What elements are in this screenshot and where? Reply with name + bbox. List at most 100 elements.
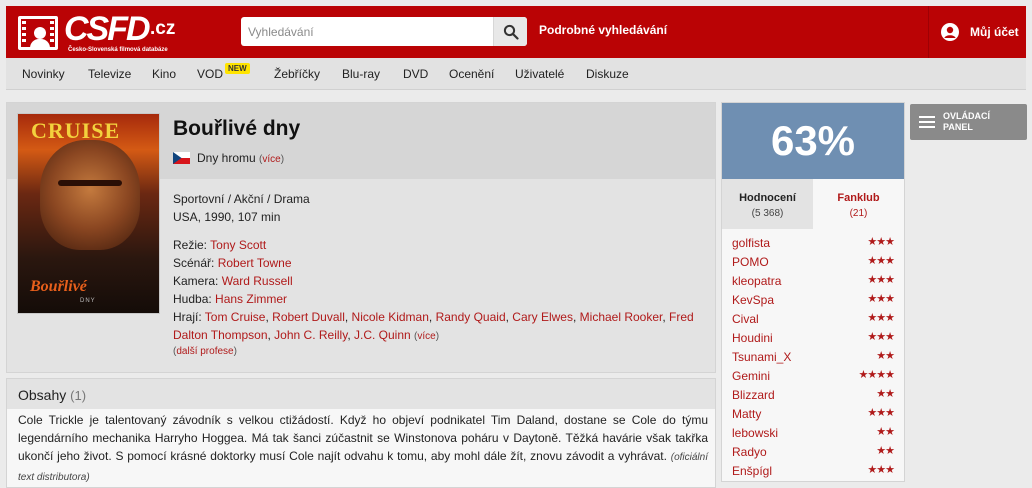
more-titles: (více) <box>259 154 285 165</box>
nav-item-novinky[interactable]: Novinky <box>22 67 65 81</box>
tab-ratings[interactable]: Hodnocení (5 368) <box>722 179 813 229</box>
director-link[interactable]: Tony Scott <box>210 238 266 252</box>
plot-text: Cole Trickle je talentovaný závodník s v… <box>18 411 708 487</box>
rating-user-link[interactable]: lebowski <box>732 426 778 440</box>
film-info-card: CRUISE Bouřlivé DNY Bouřlivé dny Dny hro… <box>6 102 716 373</box>
control-panel-line1: OVLÁDACÍ <box>943 111 990 121</box>
cast-link[interactable]: Randy Quaid <box>436 310 506 324</box>
rating-user-link[interactable]: Matty <box>732 407 761 421</box>
user-ratings-list: golfista ★★★ POMO ★★★ kleopatra ★★★ KevSpa ★★★ C… <box>722 234 904 481</box>
nav-item-televize[interactable]: Televize <box>88 67 131 81</box>
nav-item-kino[interactable]: Kino <box>152 67 176 81</box>
rating-user-link[interactable]: Gemini <box>732 369 770 383</box>
rating-row: Houdini ★★★ <box>722 329 904 348</box>
search-box <box>241 17 527 46</box>
rating-row: Cival ★★★ <box>722 310 904 329</box>
plot-header: Obsahy (1) <box>7 379 715 409</box>
film-origin: USA, 1990, 107 min <box>173 210 281 224</box>
rating-stars: ★★★ <box>867 407 895 419</box>
rating-user-link[interactable]: golfista <box>732 236 770 250</box>
cast-link[interactable]: Robert Duvall <box>272 310 345 324</box>
account-button[interactable]: Můj účet <box>928 6 1026 58</box>
plot-heading-text: Obsahy <box>18 387 67 403</box>
rating-row: golfista ★★★ <box>722 234 904 253</box>
more-professions: (další profese) <box>173 346 237 357</box>
music-link[interactable]: Hans Zimmer <box>215 292 287 306</box>
rating-row: Gemini ★★★★ <box>722 367 904 386</box>
cast-link[interactable]: John C. Reilly <box>274 328 347 342</box>
camera-link[interactable]: Ward Russell <box>222 274 293 288</box>
film-poster[interactable]: CRUISE Bouřlivé DNY <box>17 113 160 314</box>
nav-item-oceneni[interactable]: Ocenění <box>449 67 494 81</box>
writer-link[interactable]: Robert Towne <box>218 256 292 270</box>
cast-link[interactable]: Nicole Kidman <box>352 310 429 324</box>
camera-row: Kamera: Ward Russell <box>173 272 703 290</box>
rating-row: POMO ★★★ <box>722 253 904 272</box>
poster-face <box>40 140 140 250</box>
plot-body: Cole Trickle je talentovaný závodník s v… <box>18 413 708 463</box>
tab-ratings-count: (5 368) <box>751 208 784 219</box>
rating-user-link[interactable]: Radyo <box>732 445 767 459</box>
rating-user-link[interactable]: Cival <box>732 312 759 326</box>
more-professions-link[interactable]: další profese <box>176 346 233 357</box>
rating-stars: ★★★★ <box>858 369 895 381</box>
rating-row: Radyo ★★ <box>722 443 904 462</box>
rating-tabs: Hodnocení (5 368) Fanklub (21) <box>722 179 904 229</box>
tab-fanclub-label: Fanklub <box>837 192 880 204</box>
more-cast-link[interactable]: více <box>417 331 435 342</box>
nav-item-uzivatele[interactable]: Uživatelé <box>515 67 564 81</box>
tab-fanclub[interactable]: Fanklub (21) <box>813 179 904 229</box>
plot-section: Obsahy (1) Cole Trickle je talentovaný z… <box>6 378 716 488</box>
nav-item-zebricky[interactable]: Žebříčky <box>274 67 320 81</box>
nav-item-dvd[interactable]: DVD <box>403 67 428 81</box>
director-label: Režie: <box>173 238 208 252</box>
rating-stars: ★★★ <box>867 255 895 267</box>
menu-icon <box>919 116 935 128</box>
cast-link[interactable]: Cary Elwes <box>512 310 573 324</box>
cast-link[interactable]: Michael Rooker <box>580 310 663 324</box>
rating-user-link[interactable]: Blizzard <box>732 388 775 402</box>
original-title: Dny hromu (více) <box>197 151 284 165</box>
rating-row: Blizzard ★★ <box>722 386 904 405</box>
camera-label: Kamera: <box>173 274 219 288</box>
control-panel-button[interactable]: OVLÁDACÍ PANEL <box>910 104 1027 140</box>
advanced-search-link[interactable]: Podrobné vyhledávání <box>539 23 667 37</box>
cast-link[interactable]: Tom Cruise <box>205 310 266 324</box>
site-logo[interactable]: CSFD .cz Česko-Slovenská filmová databáz… <box>18 10 188 53</box>
nav-item-diskuze[interactable]: Diskuze <box>586 67 629 81</box>
main-nav: Novinky Televize Kino VOD NEW Žebříčky B… <box>6 58 1026 90</box>
plot-heading: Obsahy (1) <box>18 387 86 403</box>
search-button[interactable] <box>493 17 527 46</box>
rating-average: 63% <box>722 103 904 179</box>
rating-user-link[interactable]: Enšpígl <box>732 464 772 478</box>
logo-person-body <box>30 39 50 48</box>
logo-wordmark: CSFD <box>64 10 151 48</box>
rating-user-link[interactable]: KevSpa <box>732 293 774 307</box>
account-label: Můj účet <box>970 25 1019 39</box>
search-input[interactable] <box>241 17 493 46</box>
music-row: Hudba: Hans Zimmer <box>173 290 703 308</box>
rating-stars: ★★★ <box>867 236 895 248</box>
rating-stars: ★★ <box>876 445 895 457</box>
logo-subtitle: Česko-Slovenská filmová databáze <box>68 47 168 53</box>
rating-stars: ★★★ <box>867 274 895 286</box>
cast-link[interactable]: J.C. Quinn <box>354 328 411 342</box>
poster-subtitle: DNY <box>80 298 96 304</box>
rating-user-link[interactable]: POMO <box>732 255 769 269</box>
rating-user-link[interactable]: kleopatra <box>732 274 781 288</box>
rating-row: KevSpa ★★★ <box>722 291 904 310</box>
user-icon <box>941 23 959 41</box>
rating-user-link[interactable]: Houdini <box>732 331 773 345</box>
writer-row: Scénář: Robert Towne <box>173 254 703 272</box>
rating-stars: ★★ <box>876 426 895 438</box>
rating-row: Tsunami_X ★★ <box>722 348 904 367</box>
tab-fanclub-count: (21) <box>849 208 868 219</box>
director-row: Režie: Tony Scott <box>173 236 703 254</box>
rating-user-link[interactable]: Tsunami_X <box>732 350 791 364</box>
nav-item-vod[interactable]: VOD <box>197 67 223 81</box>
original-title-text: Dny hromu <box>197 151 256 165</box>
poster-eyes <box>58 180 122 186</box>
nav-item-bluray[interactable]: Blu-ray <box>342 67 380 81</box>
control-panel-line2: PANEL <box>943 122 973 132</box>
more-titles-link[interactable]: více <box>262 154 280 165</box>
